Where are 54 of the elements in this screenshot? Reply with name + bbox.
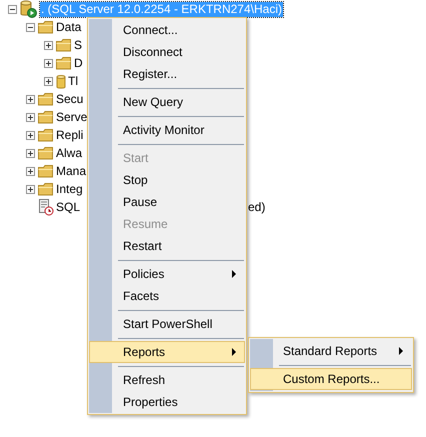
folder-icon bbox=[56, 56, 72, 70]
menu-item[interactable]: Activity Monitor bbox=[89, 119, 245, 141]
folder-icon bbox=[38, 182, 54, 196]
menu-item[interactable]: Standard Reports bbox=[250, 340, 412, 362]
submenu-arrow-icon bbox=[399, 347, 403, 355]
folder-icon bbox=[38, 110, 54, 124]
expand-icon[interactable] bbox=[44, 58, 53, 68]
menu-item[interactable]: Start PowerShell bbox=[89, 313, 245, 335]
submenu-arrow-icon bbox=[232, 270, 236, 278]
menu-item[interactable]: Policies bbox=[89, 263, 245, 285]
tree-item[interactable]: Mana bbox=[55, 164, 88, 178]
expand-icon[interactable] bbox=[26, 148, 35, 158]
collapse-icon[interactable] bbox=[8, 4, 17, 14]
submenu-arrow-icon bbox=[232, 348, 236, 356]
expand-icon[interactable] bbox=[44, 40, 53, 50]
expand-icon[interactable] bbox=[44, 76, 53, 86]
tree-item[interactable]: S bbox=[73, 38, 84, 52]
menu-item[interactable]: New Query bbox=[89, 91, 245, 113]
expand-icon[interactable] bbox=[26, 184, 35, 194]
tree-item[interactable]: D bbox=[73, 56, 84, 70]
menu-item[interactable]: Stop bbox=[89, 169, 245, 191]
tree-item[interactable]: Secu bbox=[55, 92, 84, 106]
menu-item[interactable]: Reports bbox=[89, 341, 245, 363]
tree-item-tail: ed) bbox=[248, 199, 266, 216]
tree-item[interactable]: Integ bbox=[55, 182, 84, 196]
agent-icon bbox=[38, 198, 54, 216]
menu-item[interactable]: Connect... bbox=[89, 19, 245, 41]
expand-icon[interactable] bbox=[26, 130, 35, 140]
menu-item[interactable]: Register... bbox=[89, 63, 245, 85]
menu-item[interactable]: Restart bbox=[89, 235, 245, 257]
menu-item[interactable]: Disconnect bbox=[89, 41, 245, 63]
folder-icon bbox=[38, 164, 54, 178]
expand-icon[interactable] bbox=[26, 94, 35, 104]
tree-item[interactable]: Repli bbox=[55, 128, 84, 142]
server-icon bbox=[20, 0, 37, 18]
folder-icon bbox=[56, 38, 72, 52]
expand-icon[interactable] bbox=[26, 166, 35, 176]
tree-item[interactable]: Data bbox=[55, 20, 82, 34]
folder-icon bbox=[38, 146, 54, 160]
folder-icon bbox=[38, 128, 54, 142]
tree-item[interactable]: Alwa bbox=[55, 146, 84, 160]
menu-item[interactable]: Facets bbox=[89, 285, 245, 307]
menu-item[interactable]: Properties bbox=[89, 391, 245, 413]
folder-icon bbox=[38, 92, 54, 106]
database-icon bbox=[56, 74, 66, 88]
folder-icon bbox=[38, 20, 54, 34]
menu-item[interactable]: Pause bbox=[89, 191, 245, 213]
menu-item[interactable]: Refresh bbox=[89, 369, 245, 391]
menu-item[interactable]: Custom Reports... bbox=[250, 368, 412, 390]
tree-item[interactable]: Serve bbox=[55, 110, 88, 124]
tree-item[interactable]: SQL bbox=[55, 200, 82, 214]
tree-item[interactable]: Tl bbox=[67, 74, 79, 88]
expand-icon[interactable] bbox=[26, 112, 35, 122]
collapse-icon[interactable] bbox=[26, 22, 35, 32]
